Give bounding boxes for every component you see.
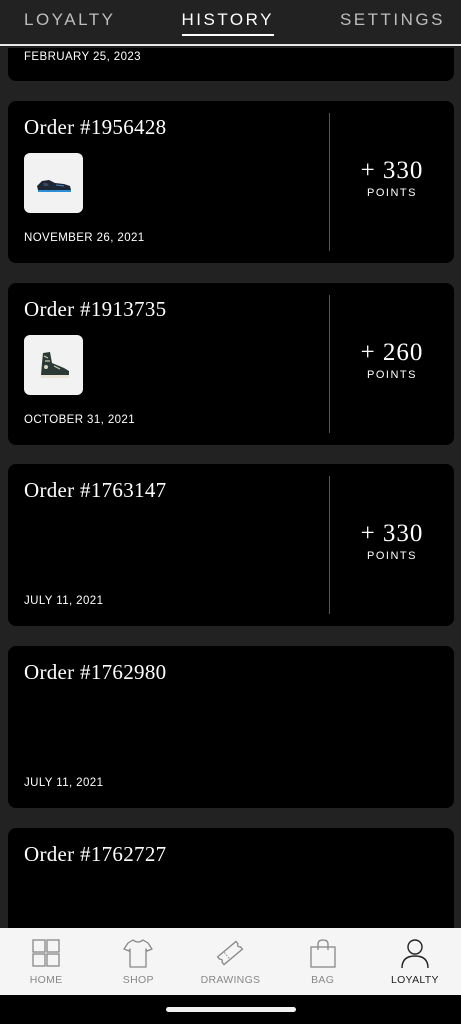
points-value: + 260 xyxy=(360,339,424,366)
points-label: POINTS xyxy=(367,550,417,562)
order-title: Order #1762727 xyxy=(24,842,167,866)
ticket-icon xyxy=(217,940,244,966)
tshirt-icon xyxy=(123,939,153,968)
tab-history[interactable]: HISTORY xyxy=(181,10,275,36)
points-earned: + 260 POINTS xyxy=(330,339,454,381)
points-label: POINTS xyxy=(367,369,417,381)
nav-shop[interactable]: SHOP xyxy=(92,937,184,986)
points-earned: + 330 POINTS xyxy=(330,157,454,199)
order-date: NOVEMBER 26, 2021 xyxy=(24,232,145,244)
order-title: Order #1913735 xyxy=(24,297,167,321)
home-indicator[interactable] xyxy=(166,1007,296,1012)
top-tab-bar: LOYALTY HISTORY SETTINGS xyxy=(0,0,461,46)
order-card[interactable]: Order #1956428 NOVEMBER 26, 2021 + 330 P… xyxy=(8,101,454,263)
order-card[interactable]: Order #1913735 OCTOBER 31, 2021 + 260 PO… xyxy=(8,283,454,445)
order-title: Order #1762980 xyxy=(24,660,167,684)
order-history-list[interactable]: FEBRUARY 25, 2023 Order #1956428 NOVEMBE… xyxy=(0,48,461,928)
points-earned: + 330 POINTS xyxy=(330,520,454,562)
nav-loyalty[interactable]: LOYALTY xyxy=(369,937,461,986)
product-thumbnail[interactable] xyxy=(24,153,83,213)
nav-home[interactable]: HOME xyxy=(0,937,92,986)
nav-label: HOME xyxy=(29,974,63,986)
product-thumbnail[interactable] xyxy=(24,335,83,395)
order-card[interactable]: Order #1762727 xyxy=(8,828,454,928)
order-card[interactable]: FEBRUARY 25, 2023 xyxy=(8,48,454,81)
points-value: + 330 xyxy=(360,157,424,184)
bottom-nav-bar: HOME SHOP DRAWINGS BAG LOYALTY xyxy=(0,928,461,995)
person-icon xyxy=(401,939,429,969)
nav-bag[interactable]: BAG xyxy=(277,937,369,986)
sneaker-high-icon xyxy=(40,352,69,378)
nav-drawings[interactable]: DRAWINGS xyxy=(184,937,276,986)
bag-icon xyxy=(310,939,336,968)
grid-icon xyxy=(32,939,60,967)
nav-label: LOYALTY xyxy=(390,974,439,986)
order-card[interactable]: Order #1762980 JULY 11, 2021 xyxy=(8,646,454,808)
system-home-bar xyxy=(0,995,461,1024)
nav-label: DRAWINGS xyxy=(200,974,261,986)
nav-label: SHOP xyxy=(122,974,154,986)
order-date: JULY 11, 2021 xyxy=(24,595,104,607)
points-value: + 330 xyxy=(360,520,424,547)
tab-settings[interactable]: SETTINGS xyxy=(340,10,445,34)
nav-label: BAG xyxy=(311,974,335,986)
order-date: FEBRUARY 25, 2023 xyxy=(24,51,141,63)
order-date: JULY 11, 2021 xyxy=(24,777,104,789)
tab-loyalty[interactable]: LOYALTY xyxy=(24,10,116,34)
points-label: POINTS xyxy=(367,187,417,199)
order-title: Order #1956428 xyxy=(24,115,167,139)
sneaker-low-icon xyxy=(36,180,71,192)
order-title: Order #1763147 xyxy=(24,478,167,502)
order-card[interactable]: Order #1763147 JULY 11, 2021 + 330 POINT… xyxy=(8,464,454,626)
order-date: OCTOBER 31, 2021 xyxy=(24,414,136,426)
